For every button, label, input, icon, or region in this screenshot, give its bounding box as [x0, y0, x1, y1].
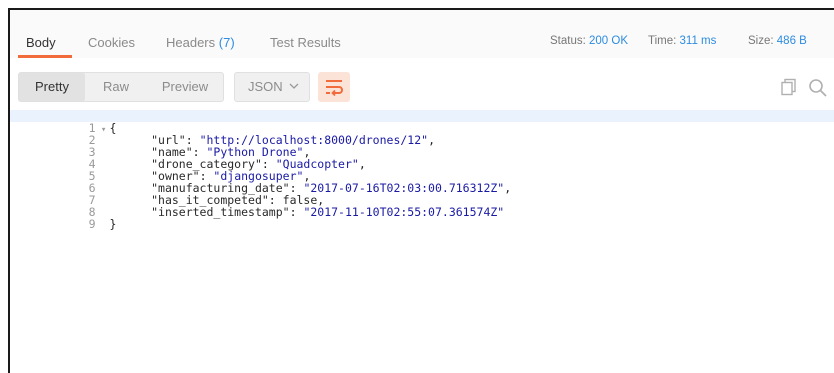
status-readout: Status: 200 OK	[550, 35, 628, 47]
status-value: 200 OK	[589, 35, 629, 47]
code-line: 9 }	[10, 206, 834, 230]
code-line: 1 ▾{	[10, 110, 834, 135]
response-tab-bar: Body Cookies Headers (7) Test Results St…	[10, 10, 834, 59]
code-line: 8 "inserted_timestamp": "2017-11-10T02:5…	[10, 194, 834, 218]
response-body-editor[interactable]: 1 ▾{ 2 "url": "http://localhost:8000/dron…	[10, 110, 834, 373]
response-toolbar: Pretty Raw Preview JSON	[10, 58, 834, 108]
code-line: 7 "has_it_competed": false,	[10, 182, 834, 206]
wrap-lines-button[interactable]	[318, 72, 350, 102]
close-brace: }	[109, 217, 117, 231]
code-line: 5 "owner": "djangosuper",	[10, 158, 834, 182]
tab-body[interactable]: Body	[26, 35, 56, 50]
line-number: 9	[88, 217, 96, 231]
tab-test-results[interactable]: Test Results	[270, 35, 341, 50]
code-line: 4 "drone_category": "Quadcopter",	[10, 146, 834, 170]
code-line: 2 "url": "http://localhost:8000/drones/1…	[10, 122, 834, 146]
tab-headers-label: Headers	[166, 35, 216, 50]
status-label: Status:	[550, 35, 586, 47]
tab-cookies[interactable]: Cookies	[88, 35, 135, 50]
size-label: Size:	[748, 35, 774, 47]
pretty-button[interactable]: Pretty	[19, 73, 85, 101]
code-line: 3 "name": "Python Drone",	[10, 134, 834, 158]
size-readout: Size: 486 B	[748, 35, 807, 47]
search-icon[interactable]	[808, 78, 828, 103]
headers-count-badge: (7)	[218, 35, 235, 50]
format-select-value: JSON	[248, 79, 283, 94]
time-readout: Time: 311 ms	[648, 35, 716, 47]
time-label: Time:	[648, 35, 677, 47]
code-line: 6 "manufacturing_date": "2017-07-16T02:0…	[10, 170, 834, 194]
view-mode-switch: Pretty Raw Preview	[18, 72, 224, 102]
response-panel: Body Cookies Headers (7) Test Results St…	[8, 8, 834, 373]
chevron-down-icon	[289, 73, 299, 111]
time-value: 311 ms	[679, 35, 717, 47]
preview-button[interactable]: Preview	[151, 73, 219, 101]
copy-icon[interactable]	[780, 78, 798, 101]
wrap-lines-icon	[318, 80, 350, 106]
tab-headers[interactable]: Headers (7)	[166, 35, 235, 50]
size-value: 486 B	[776, 35, 807, 47]
format-select[interactable]: JSON	[234, 72, 310, 102]
raw-button[interactable]: Raw	[91, 73, 141, 101]
